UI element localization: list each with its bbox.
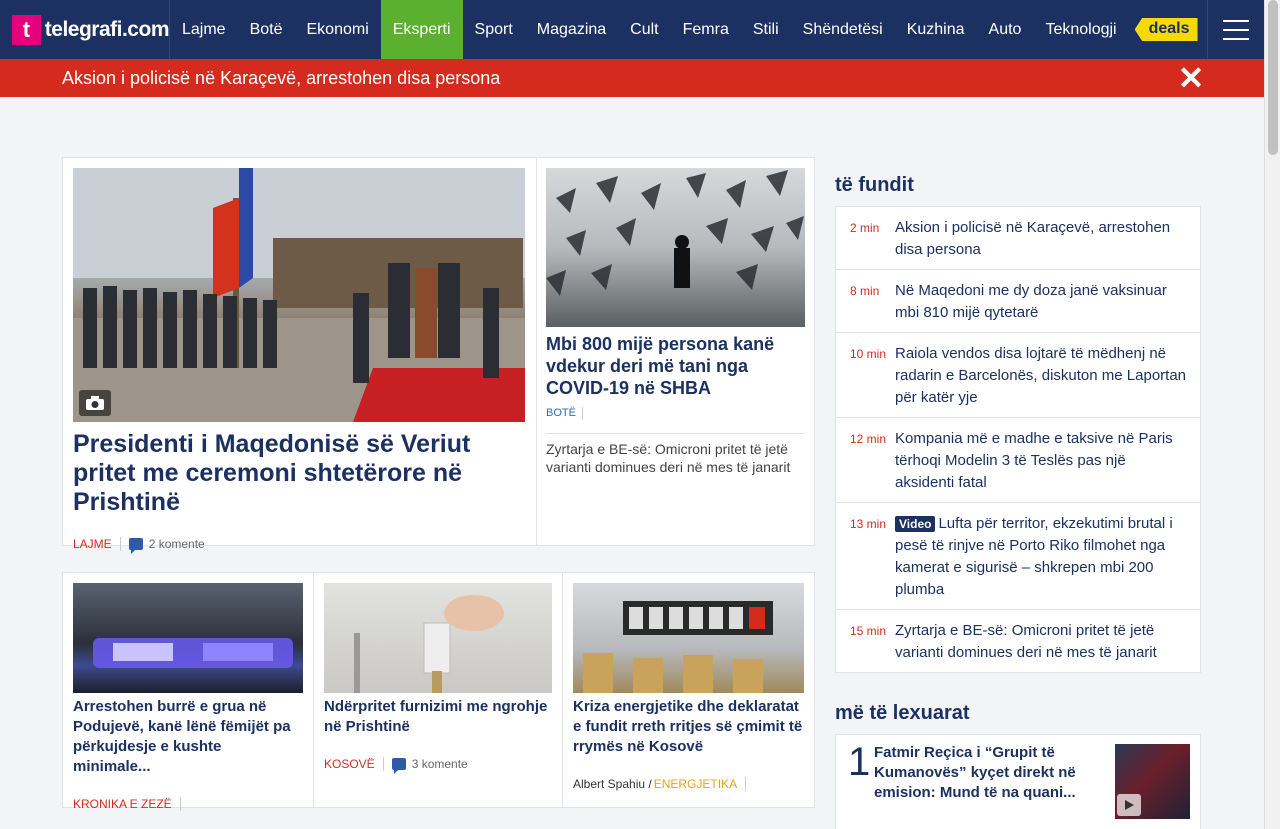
nav-item-cult[interactable]: Cult — [618, 0, 670, 59]
article-headline[interactable]: Arrestohen burrë e grua në Podujevë, kan… — [73, 697, 303, 777]
article-headline[interactable]: Ndërpritet furnizimi me ngrohje në Prish… — [324, 697, 552, 737]
latest-heading: të fundit — [835, 174, 914, 196]
article-meta: KRONIKA E ZEZË — [73, 797, 303, 811]
comment-icon — [391, 758, 406, 774]
latest-time: 8 min — [850, 284, 880, 298]
latest-news-list: 2 min Aksion i policisë në Karaçevë, arr… — [835, 206, 1201, 673]
deals-badge[interactable]: deals — [1134, 18, 1198, 41]
latest-title[interactable]: Raiola vendos disa lojtarë të mëdhenj në… — [895, 343, 1188, 409]
nav-item-magazina[interactable]: Magazina — [525, 0, 618, 59]
play-icon — [1117, 794, 1141, 816]
latest-title[interactable]: Aksion i policisë në Karaçevë, arrestohe… — [895, 217, 1188, 261]
breaking-news-text[interactable]: Aksion i policisë në Karaçevë, arrestohe… — [62, 68, 500, 89]
article-image[interactable] — [324, 583, 552, 693]
nav-item-kuzhina[interactable]: Kuzhina — [895, 0, 977, 59]
latest-item[interactable]: 8 min Në Maqedoni me dy doza janë vaksin… — [836, 270, 1200, 333]
nav-item-bote[interactable]: Botë — [238, 0, 295, 59]
nav-item-auto[interactable]: Auto — [977, 0, 1034, 59]
article-image[interactable] — [573, 583, 804, 693]
most-read-item[interactable]: 1 Fatmir Reçica i “Grupit të Kumanovës” … — [835, 734, 1201, 829]
main-nav: Lajme Botë Ekonomi Eksperti Sport Magazi… — [170, 0, 1198, 59]
latest-item[interactable]: 10 min Raiola vendos disa lojtarë të mëd… — [836, 333, 1200, 418]
logo-mark: t — [12, 14, 41, 45]
side-story[interactable]: Mbi 800 mijë persona kanë vdekur deri më… — [536, 158, 815, 545]
site-logo[interactable]: t telegrafi.com — [0, 0, 170, 59]
article-category[interactable]: ENERGJETIKA — [654, 777, 747, 791]
latest-item[interactable]: 2 min Aksion i policisë në Karaçevë, arr… — [836, 207, 1200, 270]
video-badge: Video — [895, 516, 936, 532]
article-image[interactable] — [73, 583, 303, 693]
breaking-news-bar[interactable]: Aksion i policisë në Karaçevë, arrestohe… — [0, 59, 1264, 97]
nav-item-shendetesi[interactable]: Shëndetësi — [791, 0, 895, 59]
article-meta: KOSOVË 3 komente — [324, 757, 552, 774]
latest-time: 2 min — [850, 221, 880, 235]
article-comments-count: 3 komente — [411, 757, 468, 771]
side-story-category[interactable]: BOTË — [546, 407, 583, 419]
article-author[interactable]: Albert Spahiu / — [573, 777, 654, 791]
nav-item-sport[interactable]: Sport — [463, 0, 525, 59]
page-scrollbar[interactable] — [1264, 0, 1280, 829]
nav-item-teknologji[interactable]: Teknologji — [1033, 0, 1128, 59]
most-read-rank: 1 — [848, 740, 871, 784]
comment-icon — [128, 538, 143, 554]
latest-title[interactable]: Në Maqedoni me dy doza janë vaksinuar mb… — [895, 280, 1188, 324]
side-story-image[interactable] — [546, 168, 805, 327]
latest-time: 15 min — [850, 624, 887, 638]
latest-item[interactable]: 12 min Kompania më e madhe e taksive në … — [836, 418, 1200, 503]
latest-time: 10 min — [850, 347, 887, 361]
camera-icon — [79, 390, 111, 416]
featured-headline[interactable]: Presidenti i Maqedonisë së Veriut pritet… — [73, 430, 525, 517]
featured-meta: LAJME 2 komente — [73, 537, 525, 554]
nav-item-eksperti[interactable]: Eksperti — [380, 0, 463, 59]
nav-item-lajme[interactable]: Lajme — [170, 0, 238, 59]
latest-title[interactable]: Video Lufta për territor, ekzekutimi brut… — [895, 513, 1188, 601]
nav-item-stili[interactable]: Stili — [741, 0, 791, 59]
latest-item[interactable]: 15 min Zyrtarja e BE-së: Omicroni pritet… — [836, 610, 1200, 672]
article-card[interactable]: Ndërpritet furnizimi me ngrohje në Prish… — [314, 573, 563, 807]
featured-comments[interactable]: 2 komente — [128, 537, 205, 554]
featured-article[interactable]: Presidenti i Maqedonisë së Veriut pritet… — [73, 168, 525, 554]
article-card[interactable]: Kriza energjetike dhe deklaratat e fundi… — [563, 573, 814, 807]
scrollbar-thumb[interactable] — [1268, 0, 1278, 155]
featured-image[interactable] — [73, 168, 525, 422]
side-story-headline[interactable]: Mbi 800 mijë persona kanë vdekur deri më… — [546, 333, 805, 399]
side-story-related[interactable]: Zyrtarja e BE-së: Omicroni pritet të jet… — [546, 433, 805, 476]
article-category[interactable]: KRONIKA E ZEZË — [73, 797, 181, 811]
article-card[interactable]: Arrestohen burrë e grua në Podujevë, kan… — [63, 573, 314, 811]
secondary-articles: Arrestohen burrë e grua në Podujevë, kan… — [62, 572, 815, 811]
latest-title-text: Lufta për territor, ekzekutimi brutal i … — [895, 515, 1173, 598]
hamburger-menu-icon[interactable] — [1207, 0, 1264, 59]
featured-section: Presidenti i Maqedonisë së Veriut pritet… — [62, 157, 815, 554]
latest-time: 13 min — [850, 517, 887, 531]
latest-time: 12 min — [850, 432, 887, 446]
featured-category[interactable]: LAJME — [73, 537, 121, 551]
featured-comments-count: 2 komente — [148, 537, 205, 551]
latest-item[interactable]: 13 min Video Lufta për territor, ekzekuti… — [836, 503, 1200, 610]
article-meta: Albert Spahiu / ENERGJETIKA — [573, 777, 804, 791]
latest-title[interactable]: Kompania më e madhe e taksive në Paris t… — [895, 428, 1188, 494]
nav-item-ekonomi[interactable]: Ekonomi — [295, 0, 381, 59]
most-read-heading: më të lexuarat — [835, 702, 970, 724]
article-category[interactable]: KOSOVË — [324, 757, 384, 771]
nav-item-femra[interactable]: Femra — [671, 0, 741, 59]
most-read-thumbnail[interactable] — [1115, 744, 1190, 819]
article-comments[interactable]: 3 komente — [391, 757, 468, 774]
logo-text: telegrafi.com — [44, 17, 170, 41]
top-navbar: t telegrafi.com Lajme Botë Ekonomi Ekspe… — [0, 0, 1264, 59]
article-headline[interactable]: Kriza energjetike dhe deklaratat e fundi… — [573, 697, 804, 757]
latest-title[interactable]: Zyrtarja e BE-së: Omicroni pritet të jet… — [895, 620, 1188, 664]
most-read-title[interactable]: Fatmir Reçica i “Grupit të Kumanovës” ky… — [874, 743, 1084, 829]
close-icon[interactable]: ✕ — [1176, 62, 1206, 94]
